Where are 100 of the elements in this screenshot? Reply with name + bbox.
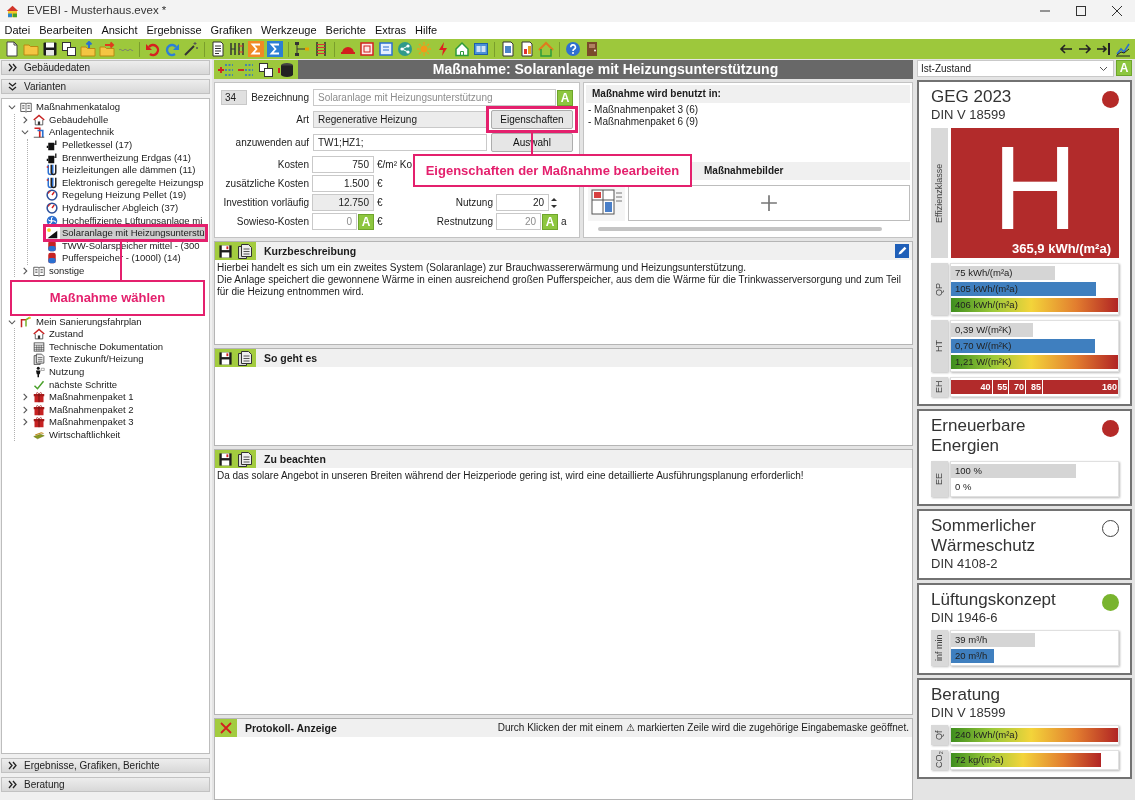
unit-label: € — [377, 196, 384, 209]
tree-item[interactable]: Pelletkessel (17) — [60, 139, 135, 152]
chevron-down-icon[interactable] — [8, 103, 16, 112]
tree-item[interactable]: Elektronisch geregelte Heizungsp — [60, 176, 206, 189]
menu-item[interactable]: Bearbeiten — [34, 23, 97, 38]
new-document-icon[interactable] — [4, 41, 20, 57]
save-icon[interactable] — [218, 350, 233, 366]
close-icon[interactable] — [1112, 6, 1122, 16]
document-icon[interactable] — [210, 41, 226, 57]
magic-wand-icon[interactable] — [183, 41, 199, 57]
flowchart-icon[interactable] — [294, 41, 310, 57]
accordion-header[interactable]: Varianten — [1, 79, 210, 94]
gauge-icon — [46, 202, 58, 215]
input-field[interactable]: Solaranlage mit Heizungsunterstützung — [313, 89, 556, 106]
tree-item[interactable]: sonstige — [47, 265, 87, 277]
door-icon[interactable] — [584, 41, 600, 57]
menu-item[interactable]: Ansicht — [96, 23, 142, 38]
folder-export-icon[interactable] — [99, 41, 115, 57]
chevron-right-icon[interactable] — [21, 115, 29, 124]
tree-item[interactable]: Hocheffiziente Lüftungsanlage mi — [60, 214, 205, 227]
columns-icon[interactable] — [229, 41, 245, 57]
tree-item[interactable]: Maßnahmenpaket 3 — [47, 416, 136, 429]
copy-icon[interactable] — [61, 41, 77, 57]
tree-item[interactable]: Maßnahmenpaket 2 — [47, 403, 136, 416]
chevron-right-icon[interactable] — [21, 267, 29, 275]
tree-item[interactable]: Maßnahmenpaket 1 — [47, 391, 136, 404]
tree-item[interactable]: Hydraulischer Abgleich (37) — [60, 202, 181, 215]
tree-item[interactable]: Nutzung — [47, 366, 87, 378]
tree-item[interactable]: Regelung Heizung Pellet (19) — [60, 189, 189, 202]
share-icon[interactable] — [397, 41, 413, 57]
spinner-icon[interactable] — [550, 195, 558, 210]
bar-value: 105 kWh/(m²a) — [954, 282, 1018, 296]
tree-item[interactable]: Mein Sanierungsfahrplan — [34, 315, 144, 328]
window-icon[interactable] — [473, 41, 489, 57]
chevron-right-icon[interactable] — [21, 405, 29, 414]
plan-thumbnail[interactable] — [588, 185, 625, 221]
double-chevron-right-icon[interactable] — [8, 63, 17, 72]
copy-icon[interactable] — [258, 61, 274, 78]
input-field[interactable]: 0 — [312, 213, 357, 230]
accordion-header[interactable]: Ergebnisse, Grafiken, Berichte — [1, 758, 210, 773]
double-chevron-right-icon[interactable] — [8, 761, 17, 770]
tree-item[interactable]: Brennwertheizung Erdgas (41) — [60, 151, 193, 164]
edit-icon[interactable] — [895, 244, 909, 258]
chevron-down-icon[interactable] — [8, 317, 16, 326]
ladder-icon[interactable] — [313, 41, 329, 57]
panel-icon[interactable] — [378, 41, 394, 57]
report-icon[interactable] — [500, 41, 516, 57]
double-chevron-right-icon[interactable] — [8, 780, 17, 789]
number-field: 34 — [221, 90, 247, 105]
documents-icon[interactable] — [237, 350, 253, 366]
save-icon[interactable] — [42, 41, 58, 57]
chevron-right-icon[interactable] — [21, 393, 29, 402]
maximize-icon[interactable] — [1076, 6, 1086, 16]
field-label: Bezeichnung — [251, 91, 309, 104]
documents-icon[interactable] — [237, 451, 253, 467]
double-chevron-down-icon[interactable] — [8, 82, 17, 91]
menu-item[interactable]: Hilfe — [410, 23, 442, 38]
arrow-to-bar-icon[interactable] — [1096, 41, 1112, 57]
house-icon[interactable] — [454, 41, 470, 57]
class-value: 365,9 kWh/(m²a) — [1012, 241, 1112, 257]
card-subtitle: DIN 1946-6 — [931, 610, 999, 625]
tree-item[interactable]: Heizleitungen alle dämmen (11) — [60, 164, 198, 177]
help-icon[interactable] — [565, 41, 581, 57]
variant-dropdown[interactable]: Ist-Zustand — [917, 60, 1114, 77]
input-field[interactable]: 20 — [496, 194, 549, 211]
undo-icon[interactable] — [145, 41, 161, 57]
input-field[interactable]: TW1;HZ1; — [313, 134, 487, 151]
line-chart-icon[interactable] — [1115, 41, 1131, 57]
accordion-header[interactable]: Beratung — [1, 777, 210, 792]
input-field[interactable]: 20 — [496, 213, 541, 230]
tree-item[interactable]: Wirtschaftlichkeit — [47, 428, 123, 441]
sigma-icon[interactable] — [267, 41, 283, 57]
tree-item[interactable]: Maßnahmenkatalog — [34, 101, 122, 114]
menu-item[interactable]: Grafiken — [206, 23, 257, 38]
tree-item[interactable]: nächste Schritte — [47, 378, 120, 391]
input-field[interactable]: 750 — [312, 156, 374, 173]
tree-item[interactable]: Solaranlage mit Heizungsunterstü — [60, 227, 207, 240]
gift-icon — [33, 416, 45, 429]
tree-item[interactable]: Texte Zukunft/Heizung — [47, 353, 146, 366]
properties-button[interactable]: Eigenschaften — [491, 110, 573, 129]
tree-item[interactable]: Zustand — [47, 328, 86, 341]
tree-item[interactable]: Technische Dokumentation — [47, 340, 166, 353]
chevron-down-icon[interactable] — [21, 128, 29, 137]
documents-icon[interactable] — [237, 243, 253, 259]
database-icon[interactable] — [278, 61, 294, 78]
menu-item[interactable]: Datei — [0, 23, 35, 38]
tree-item[interactable]: Gebäudehülle — [47, 113, 111, 126]
save-icon[interactable] — [218, 243, 233, 259]
accordion-header[interactable]: Gebäudedaten — [1, 60, 210, 75]
tree-item[interactable]: Anlagentechnik — [47, 126, 116, 139]
input-field[interactable]: 1.500 — [312, 175, 374, 192]
menu-item[interactable]: Ergebnisse — [142, 23, 207, 38]
frame-icon[interactable] — [359, 41, 375, 57]
menu-item[interactable]: Werkzeuge — [256, 23, 322, 38]
menu-item[interactable]: Extras — [370, 23, 411, 38]
chevron-right-icon[interactable] — [21, 418, 29, 427]
scrollbar[interactable] — [598, 227, 882, 231]
chart-report-icon[interactable] — [519, 41, 535, 57]
menu-item[interactable]: Berichte — [321, 23, 371, 38]
save-icon[interactable] — [218, 451, 233, 467]
